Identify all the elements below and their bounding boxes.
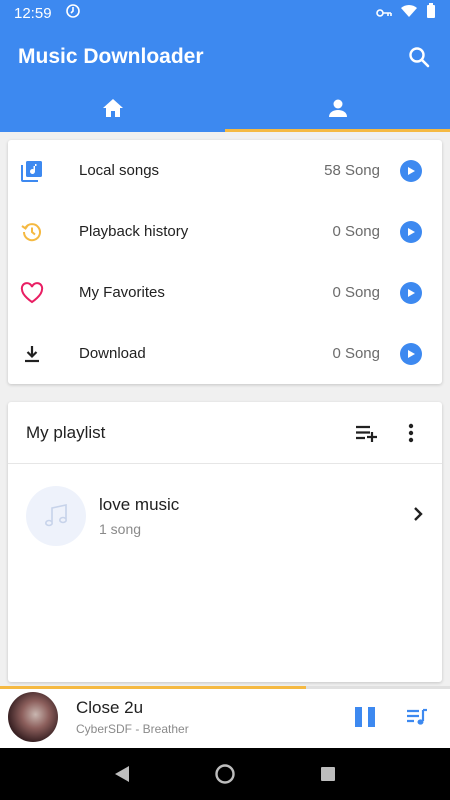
library-count: 0 Song <box>332 345 380 362</box>
tab-profile[interactable] <box>225 88 450 132</box>
library-label: My Favorites <box>79 284 165 301</box>
pause-icon[interactable] <box>350 702 380 732</box>
now-playing-title: Close 2u <box>76 698 144 717</box>
vpn-key-icon <box>376 5 392 22</box>
person-icon <box>328 98 348 123</box>
wifi-icon <box>400 4 418 22</box>
library-item-playback-history[interactable]: Playback history 0 Song <box>8 201 442 262</box>
home-circle-icon[interactable] <box>210 759 240 789</box>
playlist-item[interactable]: love music 1 song <box>8 464 442 568</box>
chevron-right-icon[interactable] <box>412 506 424 527</box>
home-icon <box>102 98 124 123</box>
back-icon[interactable] <box>107 759 137 789</box>
playback-progress-fill <box>0 686 306 689</box>
search-icon[interactable] <box>406 44 432 70</box>
music-note-icon <box>26 486 86 546</box>
playlist-name: love music <box>99 495 180 514</box>
queue-music-icon[interactable] <box>404 704 430 730</box>
history-icon <box>20 220 44 244</box>
status-time: 12:59 <box>14 4 52 22</box>
playback-progress <box>0 686 450 689</box>
recents-icon[interactable] <box>313 759 343 789</box>
playlist-card: My playlist love music 1 song <box>8 402 442 682</box>
now-playing-info: Close 2u CyberSDF - Breather <box>76 698 350 736</box>
system-nav-bar <box>0 748 450 800</box>
notification-icon <box>65 4 80 22</box>
library-label: Local songs <box>79 162 160 179</box>
status-bar: 12:59 <box>0 0 450 26</box>
playlist-info: love music 1 song <box>99 495 412 537</box>
library-label: Download <box>79 345 146 362</box>
library-count: 0 Song <box>332 284 380 301</box>
play-download-button[interactable] <box>400 342 422 365</box>
battery-icon <box>426 3 436 23</box>
play-local-songs-button[interactable] <box>400 159 422 182</box>
heart-icon <box>20 281 44 305</box>
add-playlist-icon[interactable] <box>354 420 380 446</box>
playlist-title: My playlist <box>26 422 106 442</box>
library-count: 58 Song <box>324 162 380 179</box>
library-item-local-songs[interactable]: Local songs 58 Song <box>8 140 442 201</box>
playlist-count: 1 song <box>99 521 142 537</box>
library-card: Local songs 58 Song Playback history 0 S… <box>8 140 442 384</box>
play-favorites-button[interactable] <box>400 281 422 304</box>
more-options-icon[interactable] <box>398 420 424 446</box>
play-history-button[interactable] <box>400 220 422 243</box>
playlist-header: My playlist <box>8 402 442 464</box>
app-title: Music Downloader <box>18 45 204 68</box>
tab-bar <box>0 88 450 132</box>
library-item-download[interactable]: Download 0 Song <box>8 323 442 384</box>
tab-home[interactable] <box>0 88 225 132</box>
library-count: 0 Song <box>332 223 380 240</box>
album-art <box>8 692 58 742</box>
app-bar: Music Downloader <box>0 26 450 88</box>
mini-player[interactable]: Close 2u CyberSDF - Breather <box>0 686 450 748</box>
library-item-favorites[interactable]: My Favorites 0 Song <box>8 262 442 323</box>
now-playing-artist: CyberSDF - Breather <box>76 722 189 736</box>
music-library-icon <box>20 159 44 183</box>
download-icon <box>20 342 44 366</box>
library-label: Playback history <box>79 223 189 240</box>
